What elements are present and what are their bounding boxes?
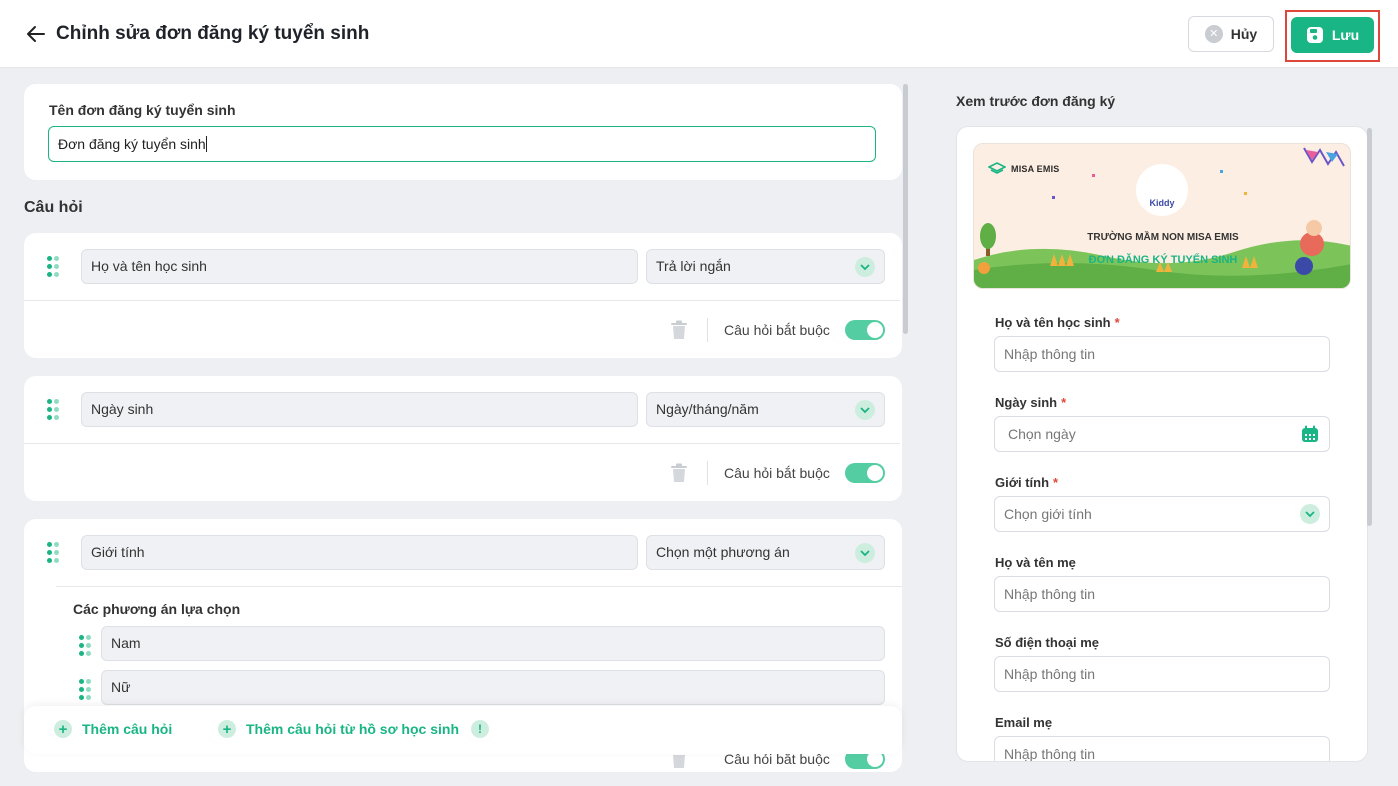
options-title: Các phương án lựa chọn: [73, 601, 241, 617]
preview-field-label: Ngày sinh *: [995, 395, 1066, 410]
preview-input[interactable]: Nhập thông tin: [994, 736, 1330, 761]
separator: [707, 461, 708, 485]
chevron-down-icon: [1300, 504, 1320, 524]
page-header: Chỉnh sửa đơn đăng ký tuyển sinh ✕ Hủy L…: [0, 0, 1398, 68]
drag-handle-icon[interactable]: [79, 635, 91, 657]
label-text: Họ và tên mẹ: [995, 555, 1076, 570]
label-text: Email mẹ: [995, 715, 1053, 730]
label-text: Số điện thoại mẹ: [995, 635, 1100, 650]
date-placeholder: Chọn ngày: [1008, 426, 1076, 442]
drag-handle-icon[interactable]: [79, 679, 91, 701]
label-text: Họ và tên học sinh: [995, 315, 1111, 330]
drag-handle-icon[interactable]: [47, 256, 59, 278]
required-label: Câu hỏi bắt buộc: [724, 465, 830, 481]
drag-handle-icon[interactable]: [47, 399, 59, 421]
question-name-input[interactable]: Giới tính: [81, 535, 638, 570]
question-type-value: Ngày/tháng/năm: [656, 401, 759, 417]
preview-date-input[interactable]: Chọn ngày: [994, 416, 1330, 452]
form-name-value: Đơn đăng ký tuyển sinh: [58, 136, 206, 152]
add-from-profile-label: Thêm câu hỏi từ hồ sơ học sinh: [246, 721, 459, 737]
chevron-down-icon: [855, 543, 875, 563]
preview-field-label: Họ và tên học sinh *: [995, 315, 1120, 330]
divider: [24, 300, 900, 301]
scrollbar[interactable]: [1367, 128, 1372, 526]
chevron-down-icon: [855, 257, 875, 277]
add-from-profile-button[interactable]: + Thêm câu hỏi từ hồ sơ học sinh !: [218, 720, 489, 738]
preview-field-label: Email mẹ: [995, 715, 1052, 730]
trash-icon[interactable]: [670, 320, 688, 340]
scrollbar[interactable]: [903, 84, 908, 334]
preview-title: Xem trước đơn đăng ký: [956, 93, 1116, 109]
option-input[interactable]: Nữ: [101, 670, 885, 705]
cancel-button[interactable]: ✕ Hủy: [1188, 16, 1274, 52]
question-type-value: Chọn một phương án: [656, 544, 790, 560]
save-button[interactable]: Lưu: [1291, 17, 1374, 53]
info-icon[interactable]: !: [471, 720, 489, 738]
brand-name: MISA EMIS: [1011, 164, 1060, 174]
preview-input[interactable]: Nhập thông tin: [994, 576, 1330, 612]
question-card: Họ và tên học sinh Trả lời ngắn Câu hỏi …: [24, 233, 902, 358]
page-title: Chỉnh sửa đơn đăng ký tuyển sinh: [56, 23, 370, 44]
preview-field-label: Số điện thoại mẹ: [995, 635, 1099, 650]
question-type-select[interactable]: Ngày/tháng/năm: [646, 392, 885, 427]
required-toggle[interactable]: [845, 463, 885, 483]
plus-icon: +: [218, 720, 236, 738]
question-type-select[interactable]: Chọn một phương án: [646, 535, 885, 570]
misa-logo-icon: [988, 162, 1006, 174]
question-card: Ngày sinh Ngày/tháng/năm Câu hỏi bắt buộ…: [24, 376, 902, 501]
add-question-bar: + Thêm câu hỏi + Thêm câu hỏi từ hồ sơ h…: [24, 706, 902, 754]
question-name-input[interactable]: Ngày sinh: [81, 392, 638, 427]
select-placeholder: Chọn giới tính: [1004, 506, 1092, 522]
questions-section-title: Câu hỏi: [24, 199, 83, 216]
required-toggle[interactable]: [845, 320, 885, 340]
preview-select[interactable]: Chọn giới tính: [994, 496, 1330, 532]
label-text: Ngày sinh: [995, 395, 1058, 410]
close-icon: ✕: [1204, 25, 1223, 43]
question-name-input[interactable]: Họ và tên học sinh: [81, 249, 638, 284]
question-type-select[interactable]: Trả lời ngắn: [646, 249, 885, 284]
question-type-value: Trả lời ngắn: [656, 258, 731, 274]
preview-field-label: Giới tính *: [995, 475, 1058, 490]
form-name-card: Tên đơn đăng ký tuyển sinh Đơn đăng ký t…: [24, 84, 902, 180]
required-star: *: [1053, 475, 1059, 490]
save-button-highlight: Lưu: [1285, 10, 1380, 62]
divider: [56, 586, 902, 587]
preview-input[interactable]: Nhập thông tin: [994, 656, 1330, 692]
text-caret: [205, 136, 207, 152]
option-input[interactable]: Nam: [101, 626, 885, 661]
save-icon: [1306, 27, 1323, 43]
form-name-label: Tên đơn đăng ký tuyển sinh: [49, 102, 236, 118]
add-question-label: Thêm câu hỏi: [82, 721, 173, 737]
calendar-icon: [1302, 425, 1318, 442]
preview-panel: MISA EMIS Kiddy TRƯỜNG MẦM NON MISA EMIS…: [956, 126, 1368, 762]
divider: [24, 443, 900, 444]
separator: [707, 318, 708, 342]
save-label: Lưu: [1331, 27, 1360, 43]
back-arrow-icon[interactable]: [24, 22, 48, 46]
label-text: Giới tính: [995, 475, 1050, 490]
cancel-label: Hủy: [1230, 26, 1258, 42]
plus-icon: +: [54, 720, 72, 738]
school-name: TRƯỜNG MẦM NON MISA EMIS: [1087, 232, 1239, 243]
form-banner: MISA EMIS Kiddy TRƯỜNG MẦM NON MISA EMIS…: [973, 143, 1351, 289]
kiddy-logo-text: Kiddy: [1149, 198, 1175, 208]
add-question-button[interactable]: + Thêm câu hỏi: [54, 720, 172, 738]
drag-handle-icon[interactable]: [47, 542, 59, 564]
trash-icon[interactable]: [670, 463, 688, 483]
chevron-down-icon: [855, 400, 875, 420]
required-label: Câu hỏi bắt buộc: [724, 322, 830, 338]
preview-field-label: Họ và tên mẹ: [995, 555, 1076, 570]
required-star: *: [1114, 315, 1120, 330]
banner-form-title: ĐƠN ĐĂNG KÝ TUYỂN SINH: [1088, 254, 1238, 266]
kiddy-logo: Kiddy: [1136, 164, 1188, 216]
form-name-input[interactable]: Đơn đăng ký tuyển sinh: [48, 126, 876, 162]
preview-input[interactable]: Nhập thông tin: [994, 336, 1330, 372]
brand-logo: MISA EMIS: [988, 162, 1059, 176]
required-star: *: [1061, 395, 1067, 410]
